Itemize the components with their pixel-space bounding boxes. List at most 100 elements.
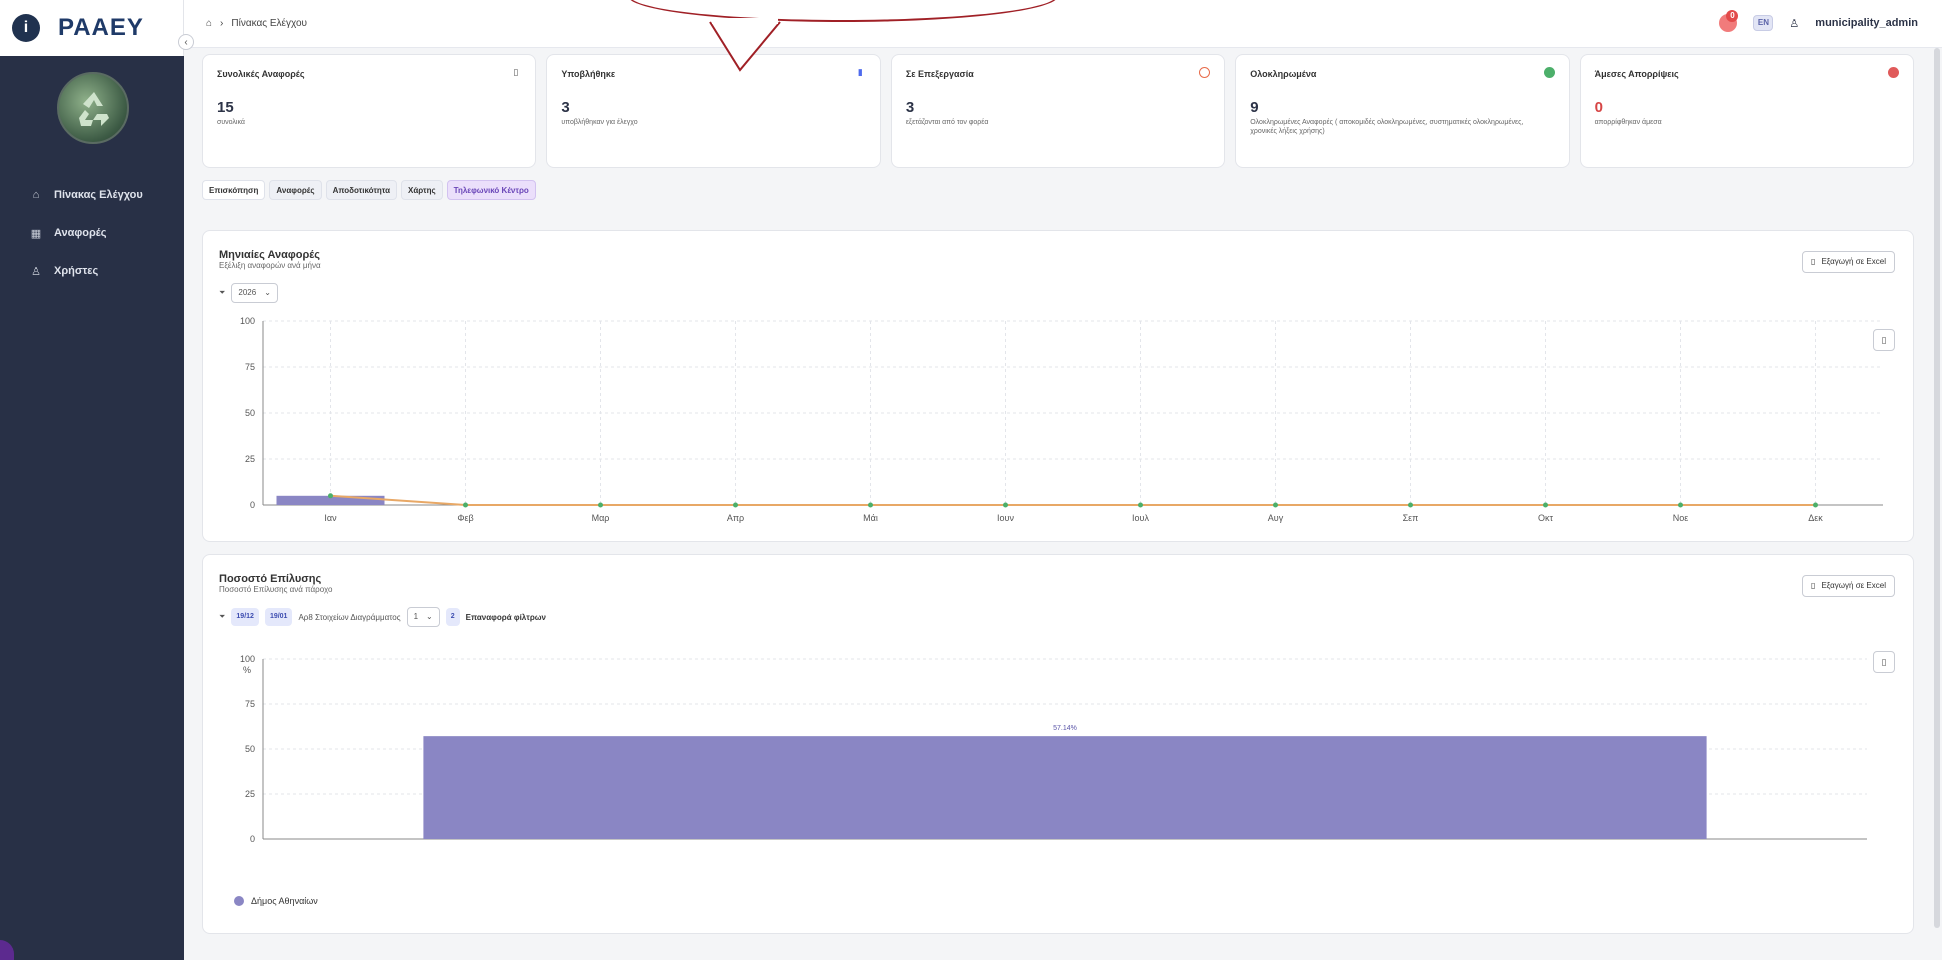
topbar-actions: 0 EN ♙ municipality_admin (1719, 10, 1918, 32)
monthly-reports-chart: 0 25 50 75 100 Ιαν Φεβ Μαρ Απρ Μάι Ιουν Ιουλ Αυγ Σεπ Ο… (240, 316, 1883, 523)
sidebar: i ΡΑΑΕΥ ⌂ Πίνακας Ελέγχου ▦ Αναφορές ♙ Χ… (0, 0, 184, 960)
x-tick-label: Ιουλ (1132, 513, 1149, 523)
home-icon[interactable]: ⌂ (206, 18, 212, 29)
language-switch[interactable]: EN (1753, 15, 1774, 31)
x-tick-label: Ιουν (997, 513, 1014, 523)
tab-efficiency[interactable]: Αποδοτικότητα (325, 180, 398, 200)
breadcrumb: ⌂ › Πίνακας Ελέγχου (206, 18, 307, 29)
y-tick-label: 0 (250, 500, 255, 510)
export-label: Εξαγωγή σε Excel (1821, 257, 1886, 266)
user-name[interactable]: municipality_admin (1815, 17, 1918, 29)
user-icon: ♙ (1789, 17, 1800, 30)
year-select[interactable]: 2026 ⌄ (231, 283, 278, 303)
date-to-chip[interactable]: 19/01 (264, 608, 293, 626)
breadcrumb-item[interactable]: Πίνακας Ελέγχου (231, 18, 307, 29)
year-filter-row: ⏷ 2026 ⌄ (219, 283, 278, 303)
x-tick-label: Φεβ (457, 513, 473, 523)
sidebar-item-reports[interactable]: ▦ Αναφορές (0, 214, 184, 252)
export-excel-button[interactable]: ▯ Εξαγωγή σε Excel (1802, 575, 1895, 597)
interval-select[interactable]: 1 ⌄ (406, 607, 440, 627)
card-desc: απορρίφθηκαν άμεσα (1594, 119, 1662, 126)
brand-logo[interactable]: ΡΑΑΕΥ (58, 14, 144, 42)
tab-call-center[interactable]: Τηλεφωνικό Κέντρο (446, 180, 536, 200)
data-point (328, 493, 333, 499)
resolution-rate-chart: 0 25 50 75 100% 57.14% Δήμος Αθηναίων (234, 654, 1867, 906)
sidebar-nav: ⌂ Πίνακας Ελέγχου ▦ Αναφορές ♙ Χρήστες (0, 176, 184, 290)
sidebar-item-label: Χρήστες (54, 265, 99, 277)
chevron-right-icon: › (220, 18, 224, 29)
y-tick-label: 100 (240, 654, 255, 664)
collapse-sidebar-button[interactable]: ‹ (178, 34, 194, 50)
check-circle-icon (1543, 67, 1555, 78)
y-tick-label: 0 (250, 834, 255, 844)
document-icon: ▮ (857, 67, 863, 77)
accessibility-logo-icon[interactable]: i (12, 14, 40, 42)
stat-cards: Συνολικές Αναφορές ▯ 15 συνολικά Υποβλήθ… (202, 54, 1915, 168)
legend-label: Δήμος Αθηναίων (251, 896, 318, 906)
interval-value: 1 (413, 612, 419, 621)
card-title: Σε Επεξεργασία (905, 69, 974, 79)
card-desc: υποβλήθηκαν για έλεγχο (561, 119, 638, 126)
resolution-rate-panel: Ποσοστό Επίλυσης Ποσοστό Επίλυσης ανά πά… (202, 554, 1914, 934)
bar (423, 736, 1707, 839)
x-tick-label: Αυγ (1268, 513, 1284, 523)
x-tick-label: Μάι (863, 513, 878, 523)
card-title: Συνολικές Αναφορές (217, 69, 305, 79)
x-tick-label: Δεκ (1808, 513, 1823, 523)
y-axis-label: % (243, 665, 251, 675)
card-value: 3 (905, 99, 915, 116)
card-value: 0 (1594, 99, 1603, 116)
card-value: 9 (1250, 99, 1259, 116)
tab-reports[interactable]: Αναφορές (269, 180, 322, 200)
x-tick-label: Οκτ (1538, 513, 1554, 523)
data-label: 57.14% (1053, 725, 1077, 732)
page-scrollbar[interactable] (1934, 48, 1940, 928)
tabs: Επισκόπηση Αναφορές Αποδοτικότητα Χάρτης… (202, 180, 536, 200)
users-icon: ♙ (31, 265, 41, 278)
callout-tail (709, 18, 781, 72)
card-desc: συνολικά (217, 119, 245, 126)
stat-card-total[interactable]: Συνολικές Αναφορές ▯ 15 συνολικά (202, 54, 537, 168)
reset-filters-link[interactable]: Επαναφορά φίλτρων (466, 613, 546, 622)
card-value: 15 (217, 99, 234, 116)
filter-icon[interactable]: ⏷ (219, 288, 225, 298)
date-from-chip[interactable]: 19/12 (231, 608, 259, 626)
tab-map[interactable]: Χάρτης (401, 180, 443, 200)
monthly-reports-panel: Μηνιαίες Αναφορές Εξέλιξη αναφορών ανά μ… (202, 230, 1914, 542)
stat-card-completed[interactable]: Ολοκληρωμένα 9 Ολοκληρωμένες Αναφορές ( … (1235, 54, 1570, 168)
card-desc: Ολοκληρωμένες Αναφορές ( αποκομιδές ολοκ… (1250, 119, 1524, 135)
logo-bar: i ΡΑΑΕΥ (0, 0, 184, 56)
tab-overview[interactable]: Επισκόπηση (202, 180, 266, 200)
panel-subtitle: Ποσοστό Επίλυσης ανά πάροχο (219, 585, 333, 594)
stat-card-rejected[interactable]: Άμεσες Απορρίψεις 0 απορρίφθηκαν άμεσα (1579, 54, 1915, 168)
sidebar-item-dashboard[interactable]: ⌂ Πίνακας Ελέγχου (0, 176, 184, 214)
file-icon: ▯ (1811, 257, 1816, 266)
y-tick-label: 75 (245, 699, 255, 709)
card-title: Άμεσες Απορρίψεις (1594, 69, 1679, 79)
grid-icon: ▦ (30, 227, 42, 240)
panel-title: Μηνιαίες Αναφορές (219, 249, 320, 261)
x-tick-label: Ιαν (324, 513, 337, 523)
page-chip[interactable]: 2 (445, 608, 460, 626)
x-circle-icon (1888, 67, 1900, 78)
x-tick-label: Απρ (727, 513, 744, 523)
stat-card-processing[interactable]: Σε Επεξεργασία 3 εξετάζονται από τον φορ… (890, 54, 1226, 168)
export-excel-button[interactable]: ▯ Εξαγωγή σε Excel (1802, 251, 1895, 273)
notification-badge: 0 (1726, 10, 1739, 22)
data-point (1408, 502, 1413, 508)
data-point (733, 502, 738, 508)
y-tick-label: 100 (240, 316, 255, 326)
notification-bell-icon[interactable]: 0 (1719, 10, 1739, 32)
interval-label: Αρ8 Στοιχείων Διαγράμματος (298, 612, 401, 622)
x-tick-label: Σεπ (1403, 513, 1419, 523)
y-tick-label: 75 (245, 362, 255, 372)
file-icon: ▯ (1811, 581, 1816, 590)
sidebar-item-users[interactable]: ♙ Χρήστες (0, 252, 184, 290)
legend-swatch (234, 896, 244, 906)
recycle-logo-icon (57, 72, 129, 144)
filter-icon[interactable]: ⏷ (219, 612, 225, 622)
home-icon: ⌂ (32, 189, 40, 201)
data-point (1543, 502, 1548, 508)
sidebar-item-label: Αναφορές (54, 227, 107, 239)
data-point (868, 502, 873, 508)
